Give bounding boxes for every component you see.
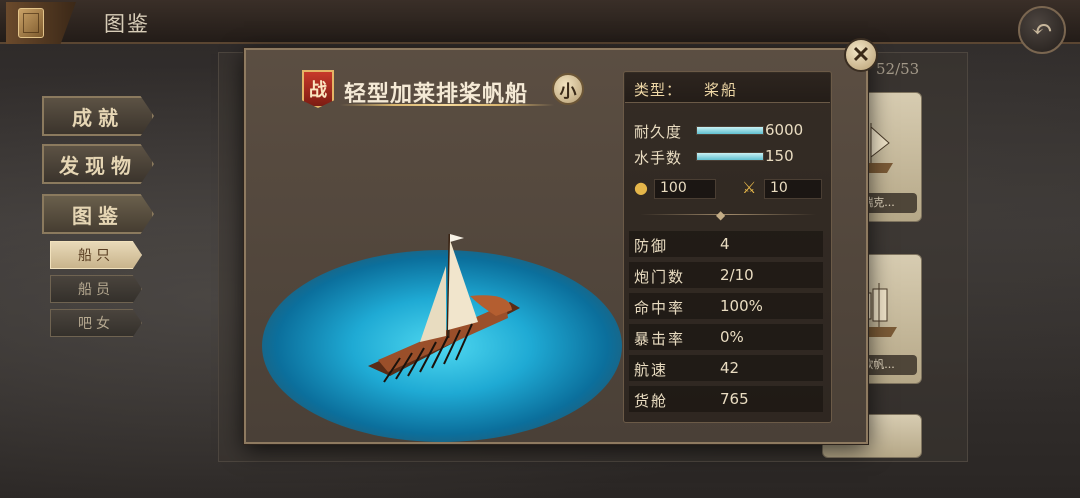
attr-label-defense: 防御 bbox=[634, 237, 669, 255]
collection-counter: 52/53 bbox=[876, 60, 920, 78]
cannon-icon: ● bbox=[634, 178, 648, 197]
page-title: 图鉴 bbox=[104, 12, 150, 36]
type-value: 桨船 bbox=[704, 81, 739, 99]
durability-value: 6000 bbox=[765, 121, 804, 139]
attr-value-accuracy: 100% bbox=[720, 297, 763, 315]
attr-label-crit: 暴击率 bbox=[634, 330, 686, 348]
back-arrow-icon: ↶ bbox=[1031, 15, 1053, 45]
battle-ship-badge: 战 bbox=[302, 70, 334, 108]
durability-label: 耐久度 bbox=[634, 123, 683, 141]
divider-ornament-icon: ◆ bbox=[716, 208, 726, 222]
attr-value-gunports: 2/10 bbox=[720, 266, 754, 284]
galley-ship-model[interactable] bbox=[360, 226, 520, 386]
sailors-label: 水手数 bbox=[634, 149, 683, 167]
menu-codex[interactable]: 图鉴 bbox=[42, 194, 154, 234]
ship-size-badge: 小 bbox=[552, 73, 584, 105]
top-bar: 图鉴 bbox=[0, 0, 1080, 44]
sailors-value: 150 bbox=[765, 147, 794, 165]
attr-label-gunports: 炮门数 bbox=[634, 268, 686, 286]
cannon-value: 100 bbox=[660, 180, 687, 196]
attr-label-cargo: 货舱 bbox=[634, 392, 669, 410]
name-underline bbox=[340, 104, 554, 106]
submenu-ships[interactable]: 船只 bbox=[50, 241, 142, 269]
submenu-crew[interactable]: 船员 bbox=[50, 275, 142, 303]
attr-label-accuracy: 命中率 bbox=[634, 299, 686, 317]
close-button[interactable]: ✕ bbox=[844, 38, 878, 72]
codex-book-icon[interactable] bbox=[6, 2, 76, 44]
menu-discoveries[interactable]: 发现物 bbox=[42, 144, 154, 184]
menu-achievements[interactable]: 成就 bbox=[42, 96, 154, 136]
attr-value-defense: 4 bbox=[720, 235, 730, 253]
sailors-bar-fill bbox=[697, 153, 763, 160]
melee-value: 10 bbox=[770, 180, 788, 196]
attr-label-speed: 航速 bbox=[634, 361, 669, 379]
section-divider bbox=[640, 214, 816, 215]
back-button[interactable]: ↶ bbox=[1018, 6, 1066, 54]
durability-bar-fill bbox=[697, 127, 763, 134]
attr-value-cargo: 765 bbox=[720, 390, 749, 408]
attr-value-crit: 0% bbox=[720, 328, 744, 346]
close-icon: ✕ bbox=[851, 42, 871, 68]
durability-bar bbox=[696, 126, 764, 135]
submenu-barmaids[interactable]: 吧女 bbox=[50, 309, 142, 337]
attr-value-speed: 42 bbox=[720, 359, 740, 377]
sailors-bar bbox=[696, 152, 764, 161]
type-label: 类型： bbox=[634, 81, 683, 99]
crossed-swords-icon: ⚔ bbox=[742, 178, 757, 197]
